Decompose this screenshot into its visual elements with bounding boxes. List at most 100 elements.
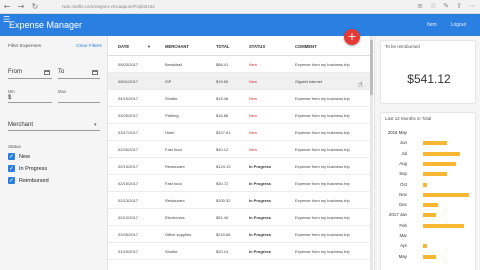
cell-status: In Progress (249, 198, 272, 203)
table-row[interactable]: 03/25/2017 Parking $16.88 New Expense from m… (108, 107, 372, 124)
cell-merchant: Parking (165, 113, 179, 118)
month-bar (423, 172, 447, 177)
cell-merchant: ISP (165, 79, 172, 84)
month-bar (423, 203, 439, 208)
cell-status: New (249, 79, 258, 84)
bar-month-label: May (398, 253, 407, 259)
header-link-item[interactable]: Item (427, 22, 437, 28)
cell-status: In Progress (249, 164, 272, 169)
forward-arrow-icon[interactable]: → (14, 0, 28, 14)
cell-date: 04/15/2017 (118, 96, 139, 101)
cell-merchant: Fast food (165, 147, 182, 152)
min-field-label: Min (8, 89, 15, 94)
cell-comment: Expense from my business trip (295, 215, 350, 220)
min-amount-field[interactable]: $ (8, 95, 11, 101)
table-row[interactable]: 01/15/2017 Shuttle $20.14 In Progress Expens… (108, 243, 372, 260)
table-row[interactable]: 02/15/2017 Fast food $30.72 In Progress Expe… (108, 175, 372, 192)
cell-status: New (249, 96, 258, 101)
sort-arrow-icon[interactable]: ▼ (147, 44, 151, 49)
summary-panel: To be reimbursed $541.12 Last 12 Months … (374, 36, 480, 270)
from-field-label: From (8, 69, 22, 75)
cell-total: $30.72 (216, 181, 229, 186)
cell-date: 05/01/2017 (118, 79, 139, 84)
cell-comment: Expense from my business trip (295, 181, 350, 186)
cell-merchant: Fast food (165, 181, 182, 186)
clear-filters-button[interactable]: Clear Filters (76, 44, 102, 49)
cell-date: 03/25/2017 (118, 113, 139, 118)
checkmark-icon[interactable]: ✓ (8, 177, 15, 184)
status-filter-title: Status (8, 144, 21, 149)
chevron-down-icon[interactable]: ▾ (94, 122, 97, 128)
table-header: DATE ▼ MERCHANT TOTAL STATUS COMMENT (108, 36, 372, 56)
column-header-date[interactable]: DATE (118, 44, 129, 49)
cell-total: $51.40 (216, 215, 229, 220)
add-expense-button[interactable]: + (344, 29, 360, 45)
merchant-dropdown[interactable] (8, 130, 100, 131)
column-header-total[interactable]: TOTAL (216, 44, 230, 49)
bar-month-label: Jun (399, 140, 407, 146)
status-checkbox-new[interactable]: ✓ New (8, 153, 30, 160)
table-row[interactable]: 02/13/2017 Restaurant $200.32 In Progress Ex… (108, 192, 372, 209)
table-row[interactable]: 02/15/2017 Restaurant $124.13 In Progress Ex… (108, 158, 372, 175)
cell-merchant: Shuttle (165, 249, 178, 254)
table-row[interactable]: 02/26/2017 Fast food $40.12 New Expense from… (108, 141, 372, 158)
bar-month-label: Oct (400, 181, 407, 187)
checkmark-icon[interactable]: ✓ (8, 153, 15, 160)
month-bar (423, 182, 428, 187)
cell-status: In Progress (249, 215, 272, 220)
cell-comment: Expense from my business trip (295, 62, 350, 67)
status-checkbox-reimbursed[interactable]: ✓ Reimbursed (8, 177, 49, 184)
cell-status: New (249, 147, 258, 152)
table-scrollbar[interactable] (370, 36, 373, 270)
address-bar[interactable]: rwin.nsaflo.com/wvgnro-vmcaapum/Fzpkt016… (62, 4, 155, 9)
column-header-merchant[interactable]: MERCHANT (165, 44, 189, 49)
scrollbar-thumb[interactable] (370, 40, 373, 95)
month-bar (423, 213, 437, 218)
cell-date: 02/15/2017 (118, 164, 139, 169)
cell-merchant: Breakfast (165, 62, 182, 67)
share-icon[interactable]: ⇪ (456, 2, 462, 10)
table-row[interactable]: 02/06/2017 Office supplies $215.66 In Progr… (108, 226, 372, 243)
from-date-field[interactable] (8, 78, 52, 79)
checkmark-icon[interactable]: ✓ (8, 165, 15, 172)
logout-link[interactable]: Logout (451, 22, 466, 28)
star-icon[interactable]: ☆ (430, 2, 436, 10)
table-row[interactable]: 02/10/2017 Electronics $51.40 In Progress Ex… (108, 209, 372, 226)
cell-comment: Expense from my business trip (295, 164, 350, 169)
month-bar (423, 244, 428, 249)
pen-icon[interactable]: ✎ (443, 2, 449, 10)
column-header-status[interactable]: STATUS (249, 44, 265, 49)
table-row[interactable]: 04/15/2017 Shuttle $15.48 New Expense from m… (108, 90, 372, 107)
month-bar (423, 192, 469, 197)
bar-month-label: Apr (400, 243, 407, 249)
back-arrow-icon[interactable]: ← (0, 0, 14, 14)
menu-lines-icon[interactable]: ≡ (417, 2, 423, 10)
column-header-comment[interactable]: COMMENT (295, 44, 317, 49)
cell-total: $19.50 (216, 79, 229, 84)
filter-header: Filter Expenses (8, 44, 42, 49)
month-bar (423, 151, 461, 156)
month-bar (423, 223, 465, 228)
from-calendar-icon[interactable] (44, 70, 50, 75)
monthly-chart-card: Last 12 Months in Total 2016 May Jun Jul Au… (380, 112, 476, 270)
to-calendar-icon[interactable] (92, 70, 98, 75)
cell-status: New (249, 130, 258, 135)
browser-actions: ≡ ☆ ✎ ⇪ ⋯ (417, 2, 476, 10)
cell-status: In Progress (249, 232, 272, 237)
app-header: ☰ Expense Manager Item Logout (0, 14, 480, 36)
to-date-field[interactable] (58, 78, 100, 79)
cell-comment: Expense from my business trip (295, 113, 350, 118)
more-icon[interactable]: ⋯ (469, 2, 476, 10)
table-row[interactable]: 03/17/2017 Hotel $327.61 New Expense from my… (108, 124, 372, 141)
table-row[interactable]: 05/01/2017 ISP $19.50 New Gigabit internet (108, 73, 372, 90)
refresh-icon[interactable]: ↻ (28, 0, 42, 14)
reimbursed-card: To be reimbursed $541.12 (380, 40, 476, 104)
cell-comment: Gigabit internet (295, 79, 323, 84)
cell-merchant: Electronics (165, 215, 185, 220)
table-row[interactable]: 05/03/2017 Breakfast $88.41 New Expense from… (108, 56, 372, 73)
status-checkbox-in-progress[interactable]: ✓ In Progress (8, 165, 47, 172)
cell-date: 03/17/2017 (118, 130, 139, 135)
max-amount-field[interactable] (58, 102, 100, 103)
month-bar (423, 141, 447, 146)
cell-merchant: Shuttle (165, 96, 178, 101)
